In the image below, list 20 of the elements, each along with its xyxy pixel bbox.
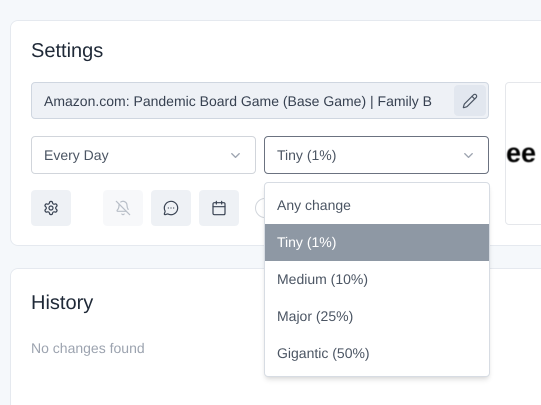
preview-text: ee [506,140,536,167]
dropdown-option[interactable]: Any change [265,187,489,224]
calendar-icon [211,200,227,216]
bell-off-icon [115,200,131,216]
dropdown-option[interactable]: Medium (10%) [265,261,489,298]
empty-message: No changes found [31,339,145,358]
url-field[interactable]: Amazon.com: Pandemic Board Game (Base Game) | Family B [31,82,489,119]
calendar-button[interactable] [199,190,239,226]
chat-bubble-icon [163,200,179,216]
pencil-icon [462,92,478,108]
comment-button[interactable] [151,190,191,226]
settings-button[interactable] [31,190,71,226]
frequency-select[interactable]: Every Day [31,136,256,174]
dropdown-option[interactable]: Gigantic (50%) [265,335,489,372]
settings-icon [43,200,59,216]
section-title: Settings [31,39,104,63]
edit-button[interactable] [454,85,486,116]
section-title: History [31,291,94,315]
threshold-select[interactable]: Tiny (1%) [264,136,489,174]
dropdown-option[interactable]: Major (25%) [265,298,489,335]
